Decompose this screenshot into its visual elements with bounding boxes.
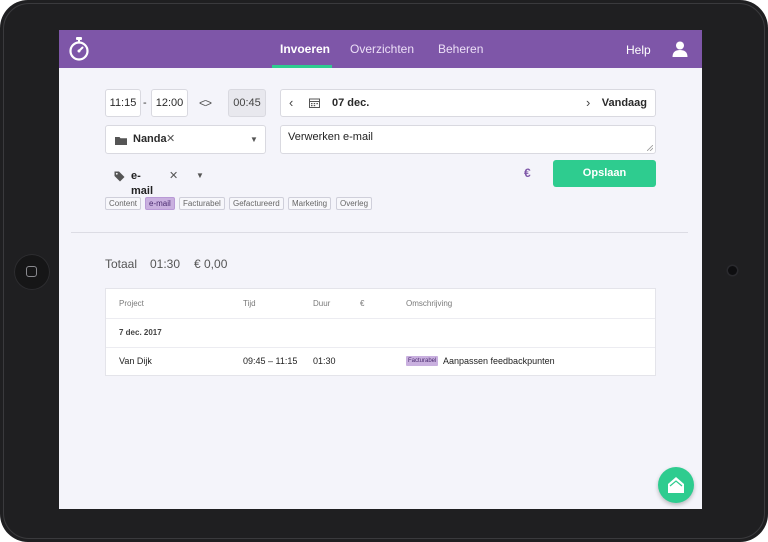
tag-icon (114, 171, 125, 182)
swap-arrows-icon[interactable]: <> (199, 91, 212, 115)
row-time: 09:45 – 11:15 (243, 356, 298, 366)
chevron-left-icon[interactable]: ‹ (289, 90, 293, 116)
clear-project-icon[interactable]: ✕ (166, 126, 175, 153)
tablet-home-button[interactable] (14, 254, 50, 290)
chevron-right-icon[interactable]: › (586, 90, 590, 116)
end-time-input[interactable]: 12:00 (151, 89, 188, 117)
column-header-duur: Duur (313, 299, 331, 308)
active-tab-underline (272, 65, 332, 68)
column-header-tijd: Tijd (243, 299, 256, 308)
home-icon (668, 477, 684, 493)
project-select[interactable]: Nanda ✕ ▼ (105, 125, 266, 154)
duration-input[interactable]: 00:45 (228, 89, 266, 117)
tablet-camera (728, 266, 737, 275)
group-divider (106, 347, 655, 348)
floating-home-button[interactable] (658, 467, 694, 503)
tag-chip-overleg[interactable]: Overleg (336, 197, 373, 210)
time-separator: - (143, 97, 147, 109)
tag-chip-email[interactable]: e-mail (145, 197, 175, 210)
description-textarea[interactable]: Verwerken e-mail (280, 125, 656, 154)
clear-tag-icon[interactable]: ✕ (169, 169, 178, 184)
column-header-project: Project (119, 299, 144, 308)
folder-icon (115, 137, 127, 145)
tab-invoeren[interactable]: Invoeren (280, 30, 330, 68)
tag-chip-gefactureerd[interactable]: Gefactureerd (229, 197, 284, 210)
totals-time: 01:30 (150, 257, 181, 271)
calendar-icon[interactable] (309, 98, 320, 108)
row-description: Aanpassen feedbackpunten (443, 356, 555, 366)
user-icon[interactable] (671, 40, 689, 58)
totals-amount: € 0,00 (194, 257, 228, 271)
header-divider (106, 318, 655, 319)
section-divider (71, 232, 688, 233)
start-time-input[interactable]: 11:15 (105, 89, 141, 117)
date-picker: ‹ 07 dec. › Vandaag (280, 89, 656, 117)
chevron-down-icon[interactable]: ▼ (196, 169, 204, 183)
column-header-omschrijving: Omschrijving (406, 299, 453, 308)
selected-date[interactable]: 07 dec. (332, 90, 369, 116)
currency-toggle[interactable]: € (524, 166, 531, 180)
row-duration: 01:30 (313, 356, 336, 366)
resize-handle-icon[interactable] (647, 145, 653, 151)
save-button[interactable]: Opslaan (553, 160, 656, 187)
app-screen: Invoeren Overzichten Beheren Help 11:15 … (59, 30, 702, 509)
description-value: Verwerken e-mail (288, 131, 373, 143)
top-nav-bar: Invoeren Overzichten Beheren Help (59, 30, 702, 68)
column-header-amount: € (360, 299, 365, 308)
tablet-frame: Invoeren Overzichten Beheren Help 11:15 … (0, 0, 768, 542)
help-link[interactable]: Help (626, 30, 651, 68)
today-button[interactable]: Vandaag (602, 90, 647, 116)
tab-overzichten[interactable]: Overzichten (350, 30, 414, 68)
entries-table: Project Tijd Duur € Omschrijving 7 dec. … (105, 288, 656, 376)
project-value: Nanda (133, 133, 167, 145)
stopwatch-icon[interactable] (68, 36, 90, 62)
tag-chip-facturabel[interactable]: Facturabel (179, 197, 225, 210)
tag-chip-marketing[interactable]: Marketing (288, 197, 332, 210)
tag-chip-content[interactable]: Content (105, 197, 142, 210)
chevron-down-icon[interactable]: ▼ (250, 126, 258, 153)
tab-beheren[interactable]: Beheren (438, 30, 483, 68)
totals-label: Totaal (105, 257, 138, 271)
row-tag-badge: Facturabel (406, 356, 439, 366)
tag-value: e-mail (131, 170, 154, 197)
group-date: 7 dec. 2017 (119, 328, 162, 337)
row-project: Van Dijk (119, 356, 152, 366)
home-button-square-icon (26, 266, 37, 277)
